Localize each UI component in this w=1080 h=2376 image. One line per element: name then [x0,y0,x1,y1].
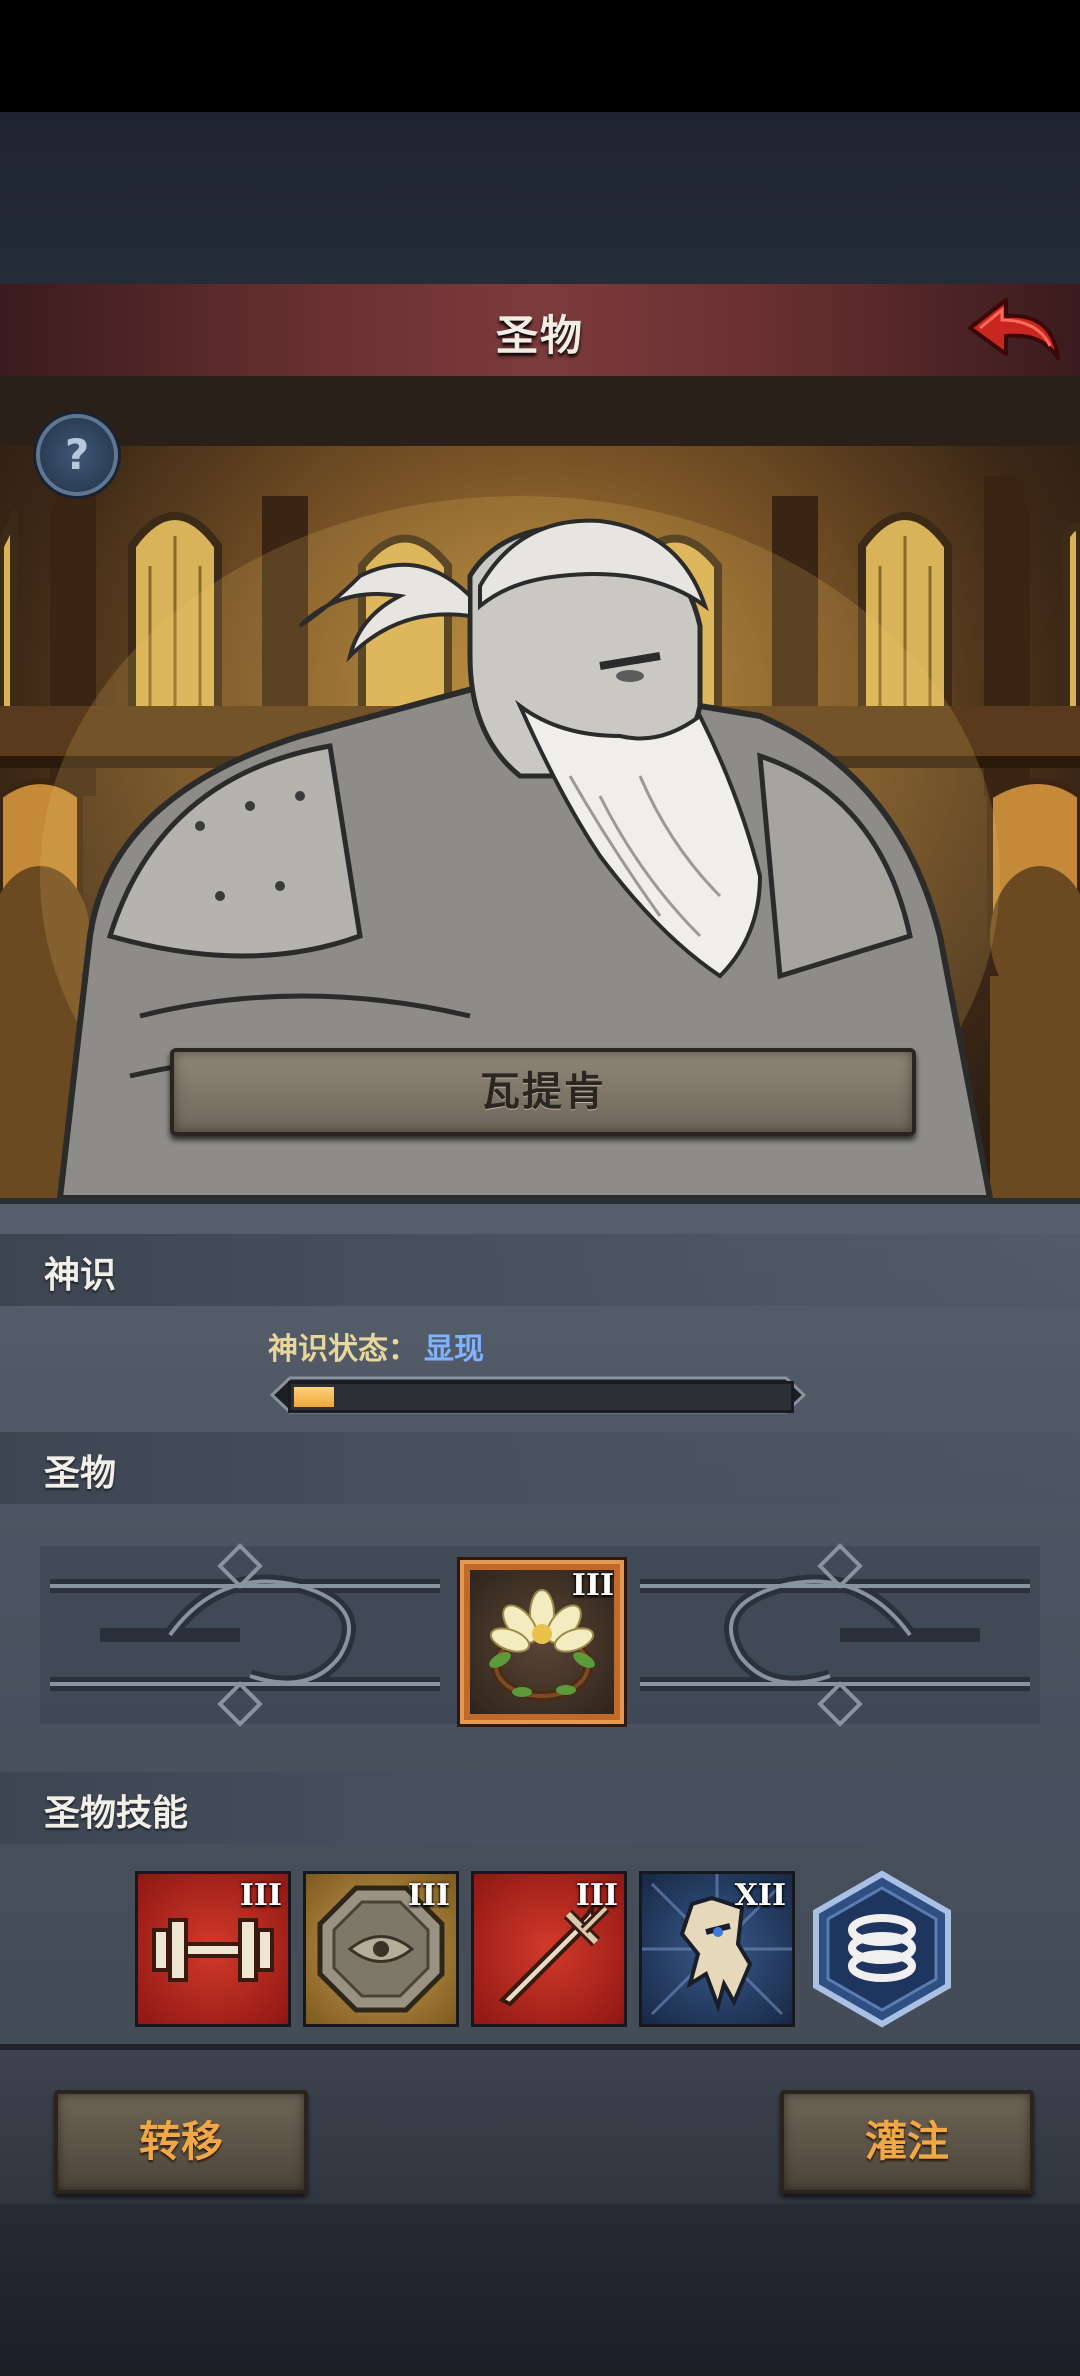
back-arrow-icon [968,298,1060,360]
skill-level: III [575,1878,618,1913]
skill-dumbbell[interactable]: III [138,1874,288,2024]
hero-name-plate: 瓦提肯 [170,1048,916,1136]
status-value: 显现 [424,1332,484,1367]
spring-coil-icon [813,1870,951,2028]
relic-slot[interactable]: III [460,1560,624,1724]
help-button[interactable]: ? [36,414,118,496]
skill-mask[interactable]: XII [642,1874,792,2024]
status-bar [0,0,1080,112]
skill-level: III [407,1878,450,1913]
relic-level: III [571,1568,614,1603]
transfer-label: 转移 [138,2117,223,2166]
progress-fill [294,1387,334,1407]
transfer-button[interactable]: 转移 [54,2090,308,2194]
skill-level: III [239,1878,282,1913]
infuse-button[interactable]: 灌注 [780,2090,1034,2194]
skill-level: XII [734,1878,786,1913]
skill-sword[interactable]: III [474,1874,624,2024]
progress-track [288,1381,794,1413]
divine-sense-status: 神识状态： 显现 [268,1324,484,1368]
title-banner: 圣物 [0,284,1080,379]
divine-sense-header: 神识 [0,1234,1080,1306]
status-label: 神识状态： [268,1332,418,1367]
top-backdrop [0,112,1080,284]
skill-spring[interactable] [812,1870,952,2028]
relic-skills-title: 圣物技能 [44,1793,189,1834]
hero-name: 瓦提肯 [480,1069,606,1115]
divine-sense-title: 神识 [44,1255,117,1296]
skill-medallion[interactable]: III [306,1874,456,2024]
relic-skills-header: 圣物技能 [0,1772,1080,1844]
help-icon: ? [64,430,90,479]
relic-info-panel: 神识 神识状态： 显现 圣物 III 圣物技能 III III III XII [0,1198,1080,2050]
back-button[interactable] [962,292,1062,368]
divine-sense-progress-bar [270,1376,806,1414]
relic-title: 圣物 [44,1453,117,1494]
page-title: 圣物 [495,311,584,360]
action-bar: 转移 灌注 [0,2044,1080,2210]
relic-header: 圣物 [0,1432,1080,1504]
infuse-label: 灌注 [864,2117,949,2166]
bottom-backdrop [0,2204,1080,2376]
hero-portrait-scene: ? 瓦提肯 [0,376,1080,1198]
